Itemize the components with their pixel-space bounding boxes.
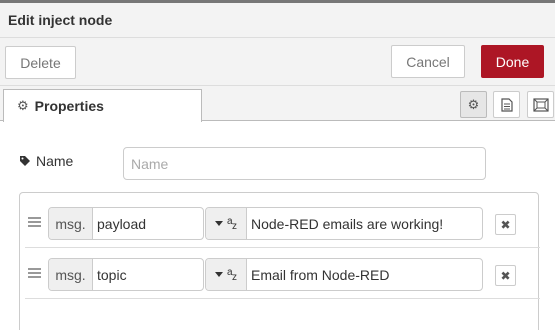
property-prefix[interactable]: msg. bbox=[49, 259, 93, 290]
string-type-icon: az bbox=[227, 266, 237, 283]
string-type-icon: az bbox=[227, 215, 237, 232]
type-selector[interactable]: az bbox=[206, 208, 247, 239]
value-input[interactable]: az Node-RED emails are working! bbox=[205, 207, 483, 240]
gear-icon: ⚙ bbox=[467, 96, 480, 112]
property-row: msg. topic = az Email from Node-RED ✖ bbox=[25, 249, 540, 299]
tab-bar: ⚙ Properties ⚙ bbox=[0, 86, 555, 122]
gear-icon: ⚙ bbox=[17, 98, 29, 113]
caret-down-icon bbox=[215, 272, 223, 277]
property-prefix[interactable]: msg. bbox=[49, 208, 93, 239]
property-input[interactable]: msg. topic bbox=[48, 258, 204, 291]
property-field[interactable]: topic bbox=[93, 259, 203, 290]
done-button[interactable]: Done bbox=[481, 45, 544, 78]
node-appearance-button[interactable] bbox=[527, 91, 554, 118]
property-input[interactable]: msg. payload bbox=[48, 207, 204, 240]
value-text[interactable]: Node-RED emails are working! bbox=[247, 208, 482, 239]
value-input[interactable]: az Email from Node-RED bbox=[205, 258, 483, 291]
type-selector[interactable]: az bbox=[206, 259, 247, 290]
node-properties-button[interactable]: ⚙ bbox=[460, 91, 487, 118]
tab-properties[interactable]: ⚙ Properties bbox=[3, 89, 202, 122]
drag-handle-icon[interactable] bbox=[28, 268, 41, 278]
tab-label: Properties bbox=[34, 98, 104, 114]
name-label: Name bbox=[19, 153, 73, 169]
property-list: msg. payload = az Node-RED emails are wo… bbox=[19, 192, 540, 330]
remove-row-button[interactable]: ✖ bbox=[495, 265, 516, 286]
name-input[interactable] bbox=[123, 147, 486, 180]
drag-handle-icon[interactable] bbox=[28, 217, 41, 227]
close-icon: ✖ bbox=[500, 217, 511, 232]
property-field[interactable]: payload bbox=[93, 208, 203, 239]
document-icon bbox=[500, 97, 513, 112]
tag-icon bbox=[20, 156, 30, 166]
frame-icon bbox=[532, 97, 549, 112]
tray-toolbar: Delete Cancel Done bbox=[0, 38, 555, 86]
delete-button[interactable]: Delete bbox=[5, 46, 76, 79]
caret-down-icon bbox=[215, 221, 223, 226]
tray-title: Edit inject node bbox=[8, 12, 113, 28]
property-row: msg. payload = az Node-RED emails are wo… bbox=[25, 198, 540, 248]
tray-header: Edit inject node bbox=[0, 0, 555, 38]
remove-row-button[interactable]: ✖ bbox=[495, 214, 516, 235]
name-label-text: Name bbox=[36, 153, 74, 169]
cancel-button[interactable]: Cancel bbox=[391, 45, 465, 78]
value-text[interactable]: Email from Node-RED bbox=[247, 259, 482, 290]
close-icon: ✖ bbox=[500, 268, 511, 283]
node-description-button[interactable] bbox=[493, 91, 520, 118]
